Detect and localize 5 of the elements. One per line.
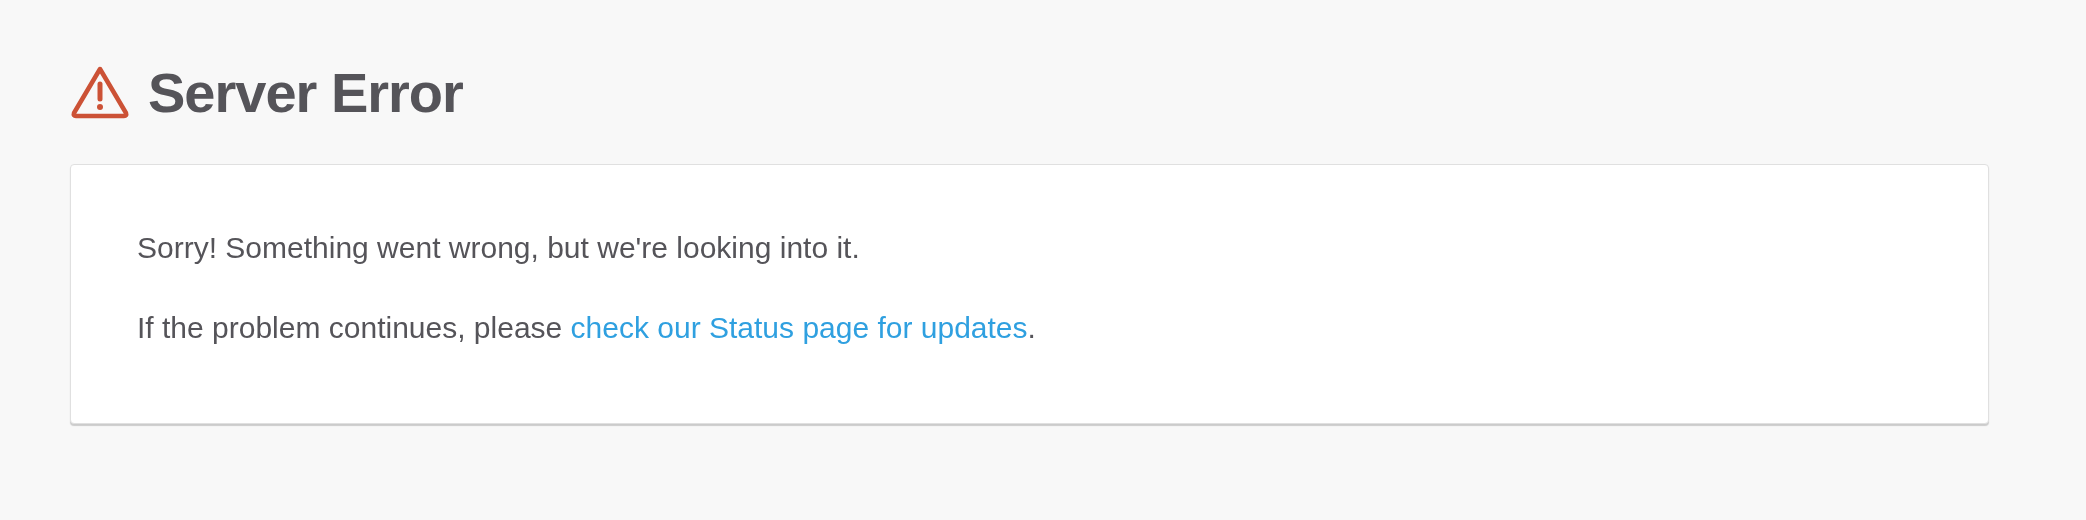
help-text: If the problem continues, please check our Status page for updates.: [137, 311, 1037, 345]
warning-icon: [70, 65, 130, 119]
status-page-link[interactable]: check our Status page for updates: [570, 311, 1028, 344]
page-title: Server Error: [148, 59, 463, 125]
error-message: Sorry! Something went wrong, but we're looking into it.: [137, 231, 861, 265]
